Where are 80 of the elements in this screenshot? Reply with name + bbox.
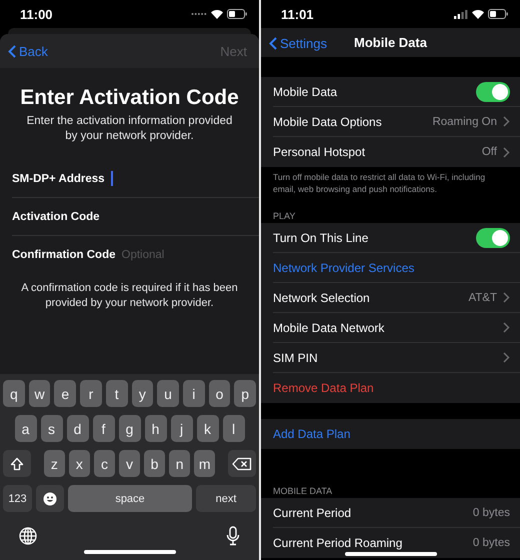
chevron-right-icon — [503, 292, 510, 303]
status-time: 11:01 — [281, 6, 314, 22]
page-title: Enter Activation Code — [19, 86, 240, 110]
keyboard-key[interactable]: e — [54, 380, 76, 407]
screen-title: Mobile Data — [354, 35, 427, 50]
remove-button[interactable]: Remove Data Plan — [273, 381, 374, 395]
backspace-icon — [232, 456, 252, 470]
delete-key[interactable] — [228, 450, 256, 477]
battery-icon — [488, 9, 508, 19]
smiley-icon — [43, 492, 57, 506]
chevron-right-icon — [503, 116, 510, 127]
settings-row[interactable]: SIM PIN — [273, 350, 510, 364]
page-subtitle: Enter the activation information provided by your network provider. — [26, 114, 234, 144]
usage-value: 0 bytes — [472, 506, 510, 518]
keyboard-key[interactable]: j — [170, 415, 192, 442]
globe-icon[interactable] — [19, 527, 37, 545]
section-header: PLAY — [272, 210, 296, 223]
keyboard-key[interactable]: y — [132, 380, 154, 407]
chevron-left-icon — [269, 37, 277, 50]
input-field[interactable]: Activation Code — [12, 198, 259, 236]
keyboard-key[interactable]: u — [157, 380, 179, 407]
chevron-right-icon — [503, 146, 510, 158]
battery-icon — [227, 9, 247, 19]
keyboard-key[interactable]: n — [169, 450, 190, 477]
no-signal-icon — [191, 12, 207, 16]
shift-key[interactable] — [3, 450, 31, 477]
setting-label: Mobile Data — [273, 84, 338, 98]
keyboard-key[interactable]: w — [28, 380, 50, 407]
space-key[interactable]: space — [68, 485, 192, 512]
chevron-right-icon — [503, 322, 510, 333]
wifi-icon — [472, 10, 484, 18]
section-footer: Turn off mobile data to restrict all data to Wi-Fi, including email, web browsing and push notifications. — [273, 171, 508, 201]
keyboard-key[interactable]: x — [68, 450, 90, 477]
keyboard-key[interactable]: t — [106, 380, 128, 407]
toggle-switch[interactable] — [476, 82, 510, 102]
keyboard-key[interactable]: f — [92, 415, 114, 442]
back-button[interactable]: Settings — [269, 36, 327, 51]
section-header: MOBILE DATA — [272, 485, 334, 498]
keyboard-key[interactable]: v — [118, 450, 140, 477]
action-link[interactable]: Network Provider Services — [273, 260, 414, 274]
input-field[interactable]: SM-DP+ Address — [12, 160, 259, 198]
keyboard-key[interactable]: q — [2, 380, 25, 407]
shift-arrow-icon — [10, 456, 24, 470]
keyboard-key[interactable]: m — [194, 450, 216, 477]
status-time: 11:00 — [20, 6, 53, 22]
emoji-key[interactable] — [36, 485, 64, 512]
settings-row[interactable]: Network Selection AT&T — [273, 290, 510, 304]
usage-label: Current Period Roaming — [273, 536, 402, 550]
usage-value: 0 bytes — [472, 537, 510, 549]
signal-icon — [454, 10, 468, 18]
back-button[interactable]: Back — [8, 44, 48, 58]
chevron-left-icon — [8, 44, 16, 58]
keyboard-key[interactable]: k — [196, 415, 218, 442]
input-field[interactable]: Confirmation Code Optional — [12, 236, 259, 273]
keyboard-key[interactable]: p — [234, 380, 256, 407]
wifi-icon — [211, 10, 223, 18]
setting-label: Turn On This Line — [273, 230, 368, 244]
keyboard-key[interactable]: l — [222, 415, 244, 442]
keyboard-key[interactable]: g — [118, 415, 140, 442]
keyboard-key[interactable]: d — [66, 415, 88, 442]
keyboard-key[interactable]: i — [182, 380, 205, 407]
next-key[interactable]: next — [196, 485, 256, 512]
keyboard-key[interactable]: o — [208, 380, 230, 407]
usage-label: Current Period — [273, 506, 352, 520]
settings-row[interactable]: Mobile Data Network — [273, 320, 510, 334]
action-link[interactable]: Add Data Plan — [273, 427, 350, 441]
chevron-right-icon — [503, 352, 510, 363]
toggle-switch[interactable] — [476, 228, 510, 248]
keyboard-key[interactable]: z — [44, 450, 65, 477]
keyboard-key[interactable]: s — [40, 415, 62, 442]
keyboard-key[interactable]: c — [94, 450, 115, 477]
settings-row[interactable]: Mobile Data Options Roaming On — [273, 114, 510, 128]
keyboard-key[interactable]: r — [80, 380, 102, 407]
info-note: A confirmation code is required if it has been provided by your network provider. — [20, 281, 239, 311]
microphone-icon[interactable] — [226, 526, 240, 546]
keyboard-key[interactable]: a — [14, 415, 36, 442]
keyboard-key[interactable]: h — [144, 415, 166, 442]
keyboard-key[interactable]: b — [144, 450, 166, 477]
settings-row[interactable]: Personal Hotspot Off — [273, 145, 510, 159]
numbers-key[interactable]: 123 — [3, 485, 32, 512]
